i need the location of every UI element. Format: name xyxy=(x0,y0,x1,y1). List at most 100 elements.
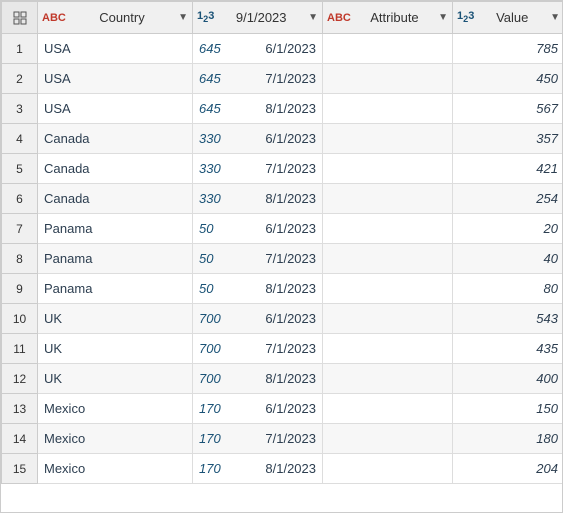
table-row: 3USA6458/1/2023 567 xyxy=(2,94,563,124)
table-row: 9Panama508/1/202380 xyxy=(2,274,563,304)
attribute-cell xyxy=(323,334,453,364)
date-header[interactable]: 123 9/1/2023 ▼ xyxy=(193,2,323,34)
date-dropdown-arrow[interactable]: ▼ xyxy=(308,12,318,23)
country-header-label: Country xyxy=(70,10,174,25)
value-cell: 435 xyxy=(453,334,563,364)
table-row: 1USA6456/1/2023785 xyxy=(2,34,563,64)
country-cell: USA xyxy=(38,64,193,94)
country-cell: Mexico xyxy=(38,454,193,484)
value-cell: 357 xyxy=(453,124,563,154)
table-row: 11UK7007/1/2023 435 xyxy=(2,334,563,364)
attribute-header-label: Attribute xyxy=(355,10,434,25)
date-header-label: 9/1/2023 xyxy=(218,10,304,25)
date-type-icon: 123 xyxy=(197,10,214,24)
row-number: 13 xyxy=(2,394,38,424)
date-cell: 3308/1/2023 xyxy=(193,184,323,214)
row-number: 3 xyxy=(2,94,38,124)
value-cell: 150 xyxy=(453,394,563,424)
date-cell: 6456/1/2023 xyxy=(193,34,323,64)
attribute-cell xyxy=(323,154,453,184)
row-number: 15 xyxy=(2,454,38,484)
table-row: 7Panama506/1/202320 xyxy=(2,214,563,244)
value-cell: 421 xyxy=(453,154,563,184)
table-row: 10UK7006/1/2023 543 xyxy=(2,304,563,334)
value-cell: 204 xyxy=(453,454,563,484)
date-cell: 508/1/2023 xyxy=(193,274,323,304)
grid-icon xyxy=(13,11,27,25)
date-cell: 1708/1/2023 xyxy=(193,454,323,484)
attribute-cell xyxy=(323,34,453,64)
country-cell: Panama xyxy=(38,214,193,244)
country-dropdown-arrow[interactable]: ▼ xyxy=(178,12,188,23)
value-cell: 254 xyxy=(453,184,563,214)
row-number: 12 xyxy=(2,364,38,394)
date-cell: 3306/1/2023 xyxy=(193,124,323,154)
date-cell: 1706/1/2023 xyxy=(193,394,323,424)
country-cell: Canada xyxy=(38,124,193,154)
row-number: 2 xyxy=(2,64,38,94)
table-row: 13Mexico1706/1/2023 150 xyxy=(2,394,563,424)
date-cell: 3307/1/2023 xyxy=(193,154,323,184)
value-cell: 20 xyxy=(453,214,563,244)
row-number: 5 xyxy=(2,154,38,184)
table-row: 12UK7008/1/2023 400 xyxy=(2,364,563,394)
table-row: 8Panama507/1/202340 xyxy=(2,244,563,274)
abc-icon: ABC xyxy=(42,12,66,24)
attribute-cell xyxy=(323,364,453,394)
value-header-label: Value xyxy=(478,10,546,25)
country-cell: USA xyxy=(38,34,193,64)
date-cell: 7006/1/2023 xyxy=(193,304,323,334)
country-header[interactable]: ABC Country ▼ xyxy=(38,2,193,34)
country-cell: Canada xyxy=(38,154,193,184)
attribute-cell xyxy=(323,394,453,424)
country-cell: Mexico xyxy=(38,394,193,424)
row-number: 7 xyxy=(2,214,38,244)
table-row: 4Canada3306/1/2023 357 xyxy=(2,124,563,154)
value-type-icon: 123 xyxy=(457,10,474,24)
country-cell: UK xyxy=(38,334,193,364)
country-cell: Canada xyxy=(38,184,193,214)
date-cell: 7008/1/2023 xyxy=(193,364,323,394)
table-row: 6Canada3308/1/2023254 xyxy=(2,184,563,214)
value-cell: 400 xyxy=(453,364,563,394)
row-number: 1 xyxy=(2,34,38,64)
value-cell: 543 xyxy=(453,304,563,334)
row-number: 8 xyxy=(2,244,38,274)
attribute-cell xyxy=(323,424,453,454)
date-cell: 6458/1/2023 xyxy=(193,94,323,124)
table-row: 2USA6457/1/2023 450 xyxy=(2,64,563,94)
date-cell: 507/1/2023 xyxy=(193,244,323,274)
attribute-cell xyxy=(323,454,453,484)
attribute-header[interactable]: ABC Attribute ▼ xyxy=(323,2,453,34)
country-cell: UK xyxy=(38,304,193,334)
value-header[interactable]: 123 Value ▼ xyxy=(453,2,563,34)
attribute-cell xyxy=(323,214,453,244)
date-cell: 7007/1/2023 xyxy=(193,334,323,364)
attribute-cell xyxy=(323,274,453,304)
row-num-header xyxy=(2,2,38,34)
row-number: 10 xyxy=(2,304,38,334)
attribute-cell xyxy=(323,304,453,334)
attribute-cell xyxy=(323,64,453,94)
value-cell: 450 xyxy=(453,64,563,94)
row-number: 14 xyxy=(2,424,38,454)
attribute-cell xyxy=(323,244,453,274)
row-number: 4 xyxy=(2,124,38,154)
date-cell: 1707/1/2023 xyxy=(193,424,323,454)
country-cell: USA xyxy=(38,94,193,124)
value-dropdown-arrow[interactable]: ▼ xyxy=(550,12,560,23)
value-cell: 80 xyxy=(453,274,563,304)
date-cell: 6457/1/2023 xyxy=(193,64,323,94)
country-cell: UK xyxy=(38,364,193,394)
row-number: 11 xyxy=(2,334,38,364)
attribute-type-icon: ABC xyxy=(327,12,351,24)
value-cell: 567 xyxy=(453,94,563,124)
data-table: ABC Country ▼ 123 9/1/2023 ▼ ABC Att xyxy=(0,0,563,513)
country-cell: Panama xyxy=(38,244,193,274)
attribute-cell xyxy=(323,94,453,124)
attribute-cell xyxy=(323,184,453,214)
attribute-dropdown-arrow[interactable]: ▼ xyxy=(438,12,448,23)
table-row: 15Mexico1708/1/2023 204 xyxy=(2,454,563,484)
country-cell: Panama xyxy=(38,274,193,304)
value-cell: 180 xyxy=(453,424,563,454)
